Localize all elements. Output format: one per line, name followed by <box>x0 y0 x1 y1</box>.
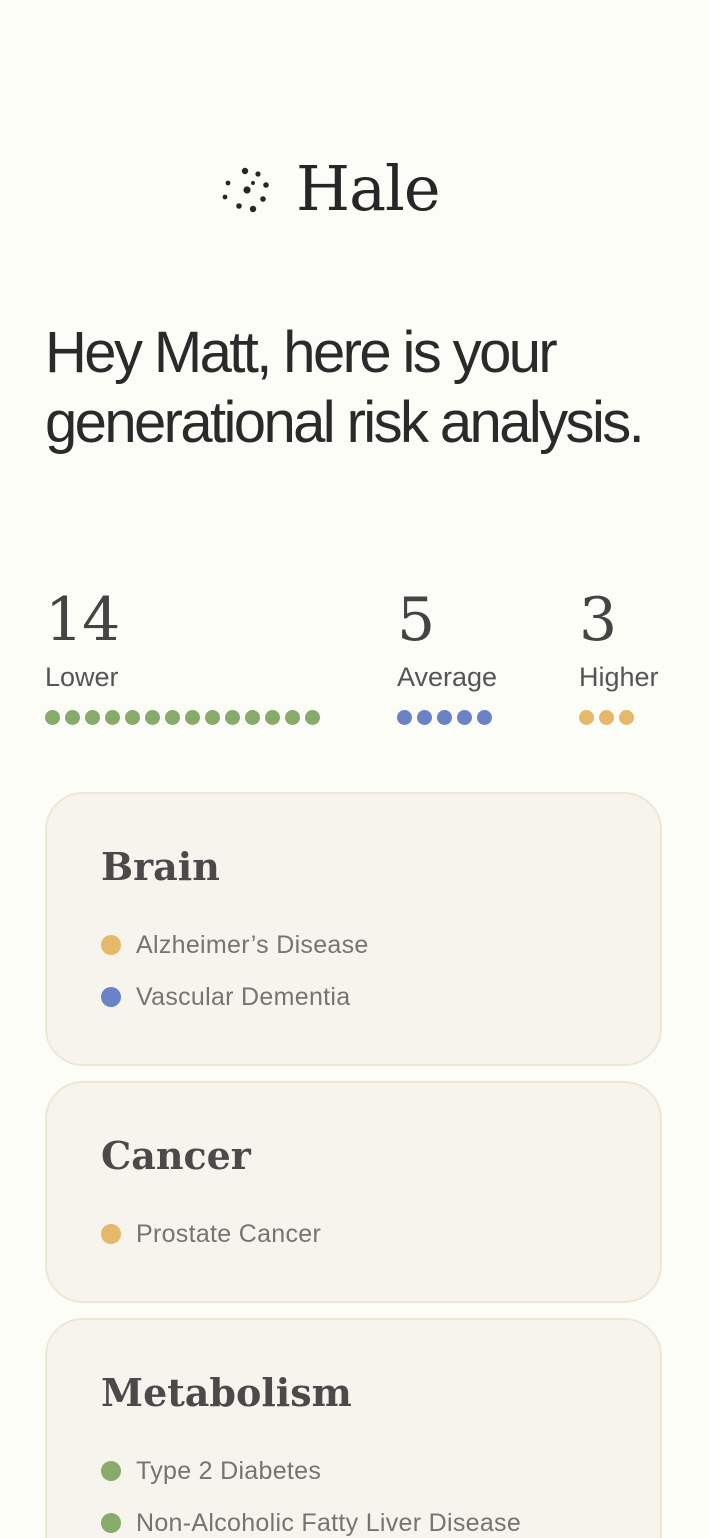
condition-label: Prostate Cancer <box>136 1219 322 1248</box>
lower-risk-dot <box>105 710 120 725</box>
list-item[interactable]: Alzheimer’s Disease <box>101 928 369 962</box>
summary-average: 5 Average <box>397 585 497 725</box>
category-card-metabolism[interactable]: Metabolism Type 2 Diabetes Non-Alcoholic… <box>45 1318 662 1538</box>
condition-label: Vascular Dementia <box>136 982 351 1011</box>
list-item[interactable]: Non-Alcoholic Fatty Liver Disease <box>101 1506 521 1538</box>
brand-name: Hale <box>296 152 441 225</box>
higher-risk-dot <box>619 710 634 725</box>
brand-logo: Hale <box>218 150 441 230</box>
condition-label: Alzheimer’s Disease <box>136 930 369 959</box>
summary-higher: 3 Higher <box>579 585 659 725</box>
average-count: 5 <box>397 585 435 655</box>
lower-risk-dot <box>85 710 100 725</box>
average-risk-dot <box>477 710 492 725</box>
summary-lower: 14 Lower <box>45 585 320 725</box>
average-label: Average <box>397 662 498 692</box>
card-title: Brain <box>101 844 220 889</box>
lower-risk-dot <box>145 710 160 725</box>
risk-dot <box>101 1513 121 1533</box>
card-title: Cancer <box>101 1133 251 1178</box>
list-item[interactable]: Vascular Dementia <box>101 980 350 1014</box>
list-item[interactable]: Type 2 Diabetes <box>101 1454 321 1488</box>
risk-dot <box>101 935 121 955</box>
dotted-circle-logo-icon <box>218 157 284 223</box>
category-card-brain[interactable]: Brain Alzheimer’s Disease Vascular Demen… <box>45 792 662 1066</box>
lower-risk-dot <box>65 710 80 725</box>
higher-count: 3 <box>579 585 617 655</box>
average-dots <box>397 710 497 725</box>
list-item[interactable]: Prostate Cancer <box>101 1217 321 1251</box>
lower-risk-dot <box>305 710 320 725</box>
lower-label: Lower <box>45 662 119 692</box>
condition-label: Non-Alcoholic Fatty Liver Disease <box>136 1508 522 1537</box>
average-risk-dot <box>437 710 452 725</box>
page-title: Hey Matt, here is your generational risk… <box>45 320 645 455</box>
condition-label: Type 2 Diabetes <box>136 1456 322 1485</box>
card-title: Metabolism <box>101 1370 352 1415</box>
higher-label: Higher <box>579 662 659 692</box>
lower-dots <box>45 710 320 725</box>
lower-risk-dot <box>125 710 140 725</box>
higher-risk-dot <box>579 710 594 725</box>
risk-dot <box>101 987 121 1007</box>
higher-dots <box>579 710 659 725</box>
lower-risk-dot <box>45 710 60 725</box>
average-risk-dot <box>457 710 472 725</box>
average-risk-dot <box>417 710 432 725</box>
lower-count: 14 <box>45 585 120 655</box>
lower-risk-dot <box>185 710 200 725</box>
lower-risk-dot <box>245 710 260 725</box>
lower-risk-dot <box>165 710 180 725</box>
lower-risk-dot <box>285 710 300 725</box>
average-risk-dot <box>397 710 412 725</box>
lower-risk-dot <box>225 710 240 725</box>
risk-dot <box>101 1461 121 1481</box>
lower-risk-dot <box>205 710 220 725</box>
higher-risk-dot <box>599 710 614 725</box>
risk-dot <box>101 1224 121 1244</box>
lower-risk-dot <box>265 710 280 725</box>
category-card-cancer[interactable]: Cancer Prostate Cancer <box>45 1081 662 1303</box>
